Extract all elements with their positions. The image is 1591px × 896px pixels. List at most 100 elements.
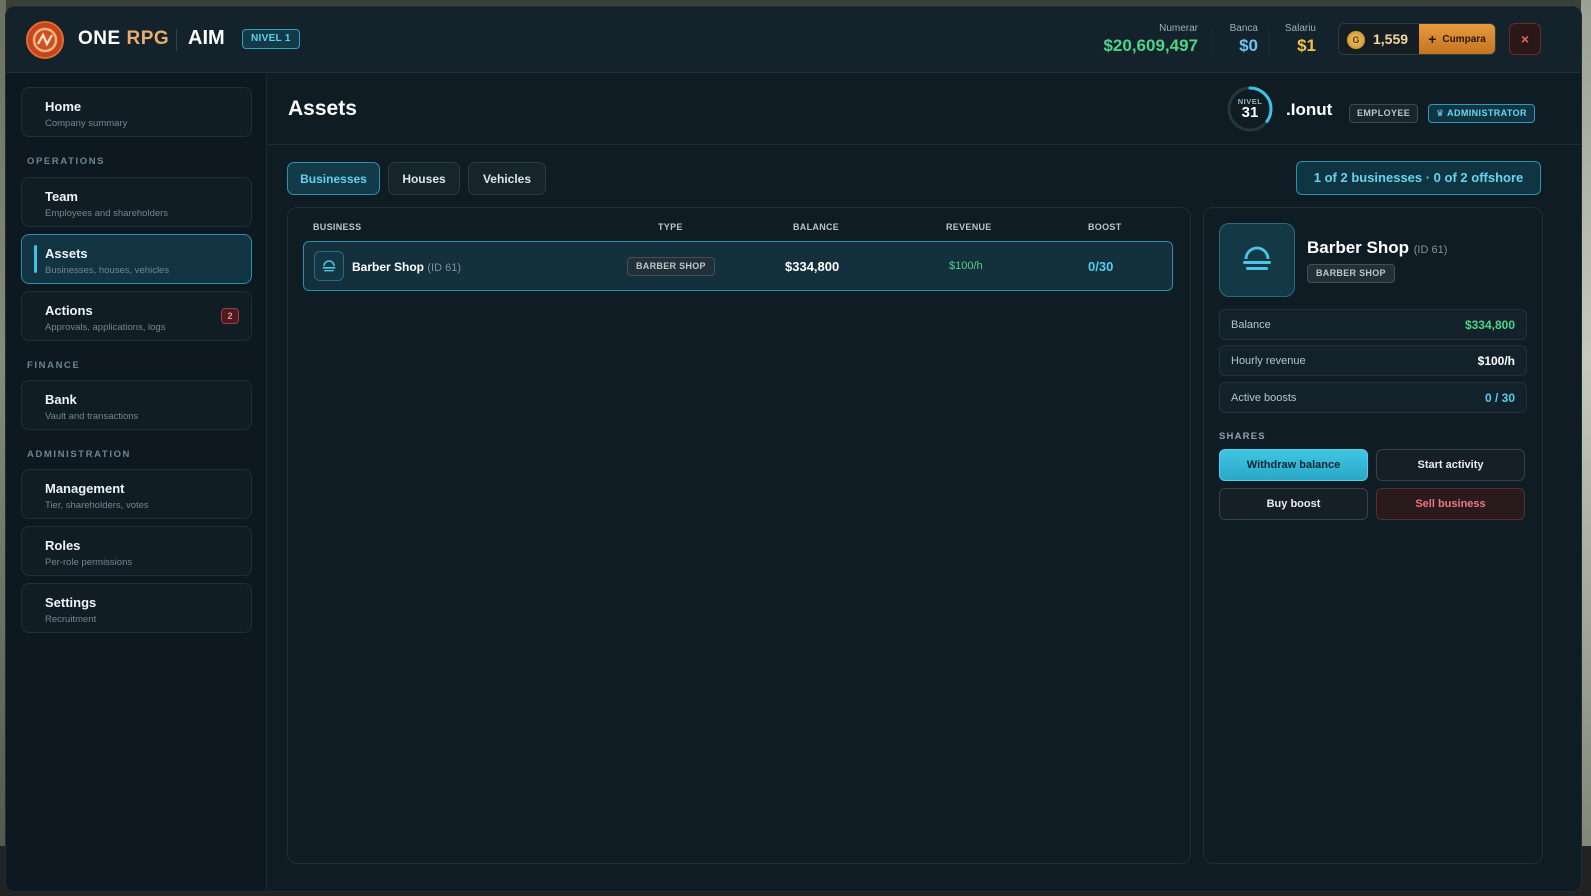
cash-label: Numerar bbox=[1159, 23, 1198, 34]
start-activity-button[interactable]: Start activity bbox=[1376, 449, 1525, 481]
brand-divider bbox=[176, 29, 177, 51]
brand-one: ONE bbox=[78, 28, 121, 49]
buy-coins-label: Cumpara bbox=[1442, 33, 1486, 45]
sidebar-item-title: Assets bbox=[45, 246, 88, 261]
sidebar-item-title: Management bbox=[45, 481, 125, 496]
business-type-badge: BARBER SHOP bbox=[627, 257, 715, 276]
sidebar-item-team[interactable]: Team Employees and shareholders bbox=[21, 177, 252, 227]
close-button[interactable]: × bbox=[1509, 23, 1541, 55]
coins-value: 1,559 bbox=[1373, 31, 1409, 47]
column-header-type: TYPE bbox=[658, 222, 683, 232]
sidebar-item-management[interactable]: Management Tier, shareholders, votes bbox=[21, 469, 252, 519]
sidebar-item-subtitle: Tier, shareholders, votes bbox=[45, 500, 149, 511]
hourly-revenue-value: $100/h bbox=[1477, 354, 1515, 368]
column-header-revenue: REVENUE bbox=[946, 222, 992, 232]
sidebar-item-title: Actions bbox=[45, 303, 93, 318]
sidebar-item-subtitle: Recruitment bbox=[45, 614, 97, 625]
sidebar-item-bank[interactable]: Bank Vault and transactions bbox=[21, 380, 252, 430]
detail-business-id: (ID 61) bbox=[1413, 244, 1448, 256]
active-boosts-value: 0 / 30 bbox=[1484, 391, 1515, 405]
withdraw-balance-button[interactable]: Withdraw balance bbox=[1219, 449, 1368, 481]
column-header-balance: BALANCE bbox=[793, 222, 840, 232]
sidebar-item-settings[interactable]: Settings Recruitment bbox=[21, 583, 252, 633]
sidebar-item-subtitle: Employees and shareholders bbox=[45, 208, 169, 219]
sidebar-item-roles[interactable]: Roles Per-role permissions bbox=[21, 526, 252, 576]
business-name: Barber Shop bbox=[352, 260, 425, 274]
detail-business-name: Barber Shop (ID 61) bbox=[1307, 238, 1447, 258]
sidebar-item-actions[interactable]: Actions Approvals, applications, logs 2 bbox=[21, 291, 252, 341]
brand-name: ONE RPG bbox=[78, 28, 169, 50]
bank-label: Banca bbox=[1229, 23, 1258, 34]
sell-business-button[interactable]: Sell business bbox=[1376, 488, 1525, 520]
hourly-revenue-label: Hourly revenue bbox=[1231, 355, 1306, 367]
coins-widget: G 1,559 + Cumpara bbox=[1338, 23, 1496, 55]
sidebar: Home Company summary OPERATIONS Team Emp… bbox=[6, 73, 267, 891]
aim-window: ONE RPG AIM NIVEL 1 Numerar $20,609,497 … bbox=[5, 6, 1582, 892]
actions-count-badge: 2 bbox=[221, 308, 239, 324]
shares-section-label: SHARES bbox=[1219, 431, 1266, 442]
salary-stat: Salariu $1 bbox=[1276, 23, 1316, 56]
close-icon: × bbox=[1520, 31, 1530, 47]
sidebar-item-subtitle: Per-role permissions bbox=[45, 557, 133, 568]
sidebar-item-subtitle: Businesses, houses, vehicles bbox=[45, 265, 170, 276]
role-badge-administrator: ♛ ADMINISTRATOR bbox=[1428, 104, 1535, 123]
player-level-ring: NIVEL 31 bbox=[1226, 85, 1274, 133]
section-label-operations: OPERATIONS bbox=[27, 156, 106, 167]
detail-type-badge: BARBER SHOP bbox=[1307, 264, 1395, 283]
salary-label: Salariu bbox=[1284, 23, 1316, 34]
column-header-boost: BOOST bbox=[1088, 222, 1122, 232]
balance-value: $334,800 bbox=[1464, 318, 1515, 332]
plus-icon: + bbox=[1428, 31, 1437, 47]
hourly-revenue-row: Hourly revenue $100/h bbox=[1219, 345, 1527, 376]
brand-rpg: RPG bbox=[126, 28, 170, 49]
role-admin-label: ADMINISTRATOR bbox=[1447, 108, 1527, 118]
stat-divider bbox=[1269, 29, 1270, 55]
cash-stat: Numerar $20,609,497 bbox=[1096, 23, 1198, 56]
sidebar-item-title: Home bbox=[45, 99, 82, 114]
sidebar-item-home[interactable]: Home Company summary bbox=[21, 87, 252, 137]
businesses-count-pill: 1 of 2 businesses · 0 of 2 offshore bbox=[1296, 161, 1541, 195]
tab-businesses[interactable]: Businesses bbox=[287, 162, 380, 195]
business-id: (ID 61) bbox=[427, 262, 461, 274]
sidebar-item-title: Roles bbox=[45, 538, 81, 553]
business-name-cell: Barber Shop (ID 61) bbox=[352, 260, 461, 274]
barber-shop-icon bbox=[1219, 223, 1295, 297]
balance-label: Balance bbox=[1231, 319, 1271, 331]
barber-shop-icon bbox=[314, 251, 344, 281]
businesses-table: BUSINESS TYPE BALANCE REVENUE BOOST Barb… bbox=[287, 207, 1191, 864]
tab-houses[interactable]: Houses bbox=[388, 162, 460, 195]
sidebar-item-title: Bank bbox=[45, 392, 77, 407]
main-header: Assets NIVEL 31 .Ionut EMPLOYEE ♛ ADMINI… bbox=[268, 73, 1581, 145]
active-boosts-label: Active boosts bbox=[1231, 392, 1297, 404]
tab-vehicles[interactable]: Vehicles bbox=[468, 162, 546, 195]
buy-boost-button[interactable]: Buy boost bbox=[1219, 488, 1368, 520]
page-title: Assets bbox=[288, 97, 357, 120]
section-label-finance: FINANCE bbox=[27, 360, 81, 371]
sidebar-item-subtitle: Approvals, applications, logs bbox=[45, 322, 166, 333]
user-name: .Ionut bbox=[1286, 100, 1333, 119]
sidebar-item-subtitle: Company summary bbox=[45, 118, 128, 129]
active-indicator bbox=[34, 245, 37, 273]
balance-row: Balance $334,800 bbox=[1219, 309, 1527, 340]
crown-icon: ♛ bbox=[1436, 108, 1448, 118]
bank-stat: Banca $0 bbox=[1218, 23, 1258, 56]
business-balance: $334,800 bbox=[785, 259, 840, 274]
sidebar-item-title: Settings bbox=[45, 595, 97, 610]
active-boosts-row: Active boosts 0 / 30 bbox=[1219, 382, 1527, 413]
sidebar-item-assets[interactable]: Assets Businesses, houses, vehicles bbox=[21, 234, 252, 284]
one-rpg-logo-icon bbox=[26, 21, 64, 59]
business-detail-panel: Barber Shop (ID 61) BARBER SHOP Balance … bbox=[1203, 207, 1543, 864]
business-boost: 0/30 bbox=[1088, 259, 1114, 274]
detail-name-text: Barber Shop bbox=[1307, 238, 1410, 257]
top-bar: ONE RPG AIM NIVEL 1 Numerar $20,609,497 … bbox=[6, 7, 1581, 73]
section-label-administration: ADMINISTRATION bbox=[27, 449, 132, 460]
cash-value: $20,609,497 bbox=[1103, 36, 1198, 55]
bank-value: $0 bbox=[1239, 36, 1258, 55]
role-badge-employee: EMPLOYEE bbox=[1349, 104, 1419, 123]
sidebar-item-title: Team bbox=[45, 189, 78, 204]
buy-coins-button[interactable]: + Cumpara bbox=[1419, 24, 1495, 54]
app-name: AIM bbox=[188, 27, 225, 49]
table-row[interactable]: Barber Shop (ID 61) BARBER SHOP $334,800… bbox=[303, 241, 1173, 291]
sidebar-item-subtitle: Vault and transactions bbox=[45, 411, 139, 422]
salary-value: $1 bbox=[1297, 36, 1316, 55]
